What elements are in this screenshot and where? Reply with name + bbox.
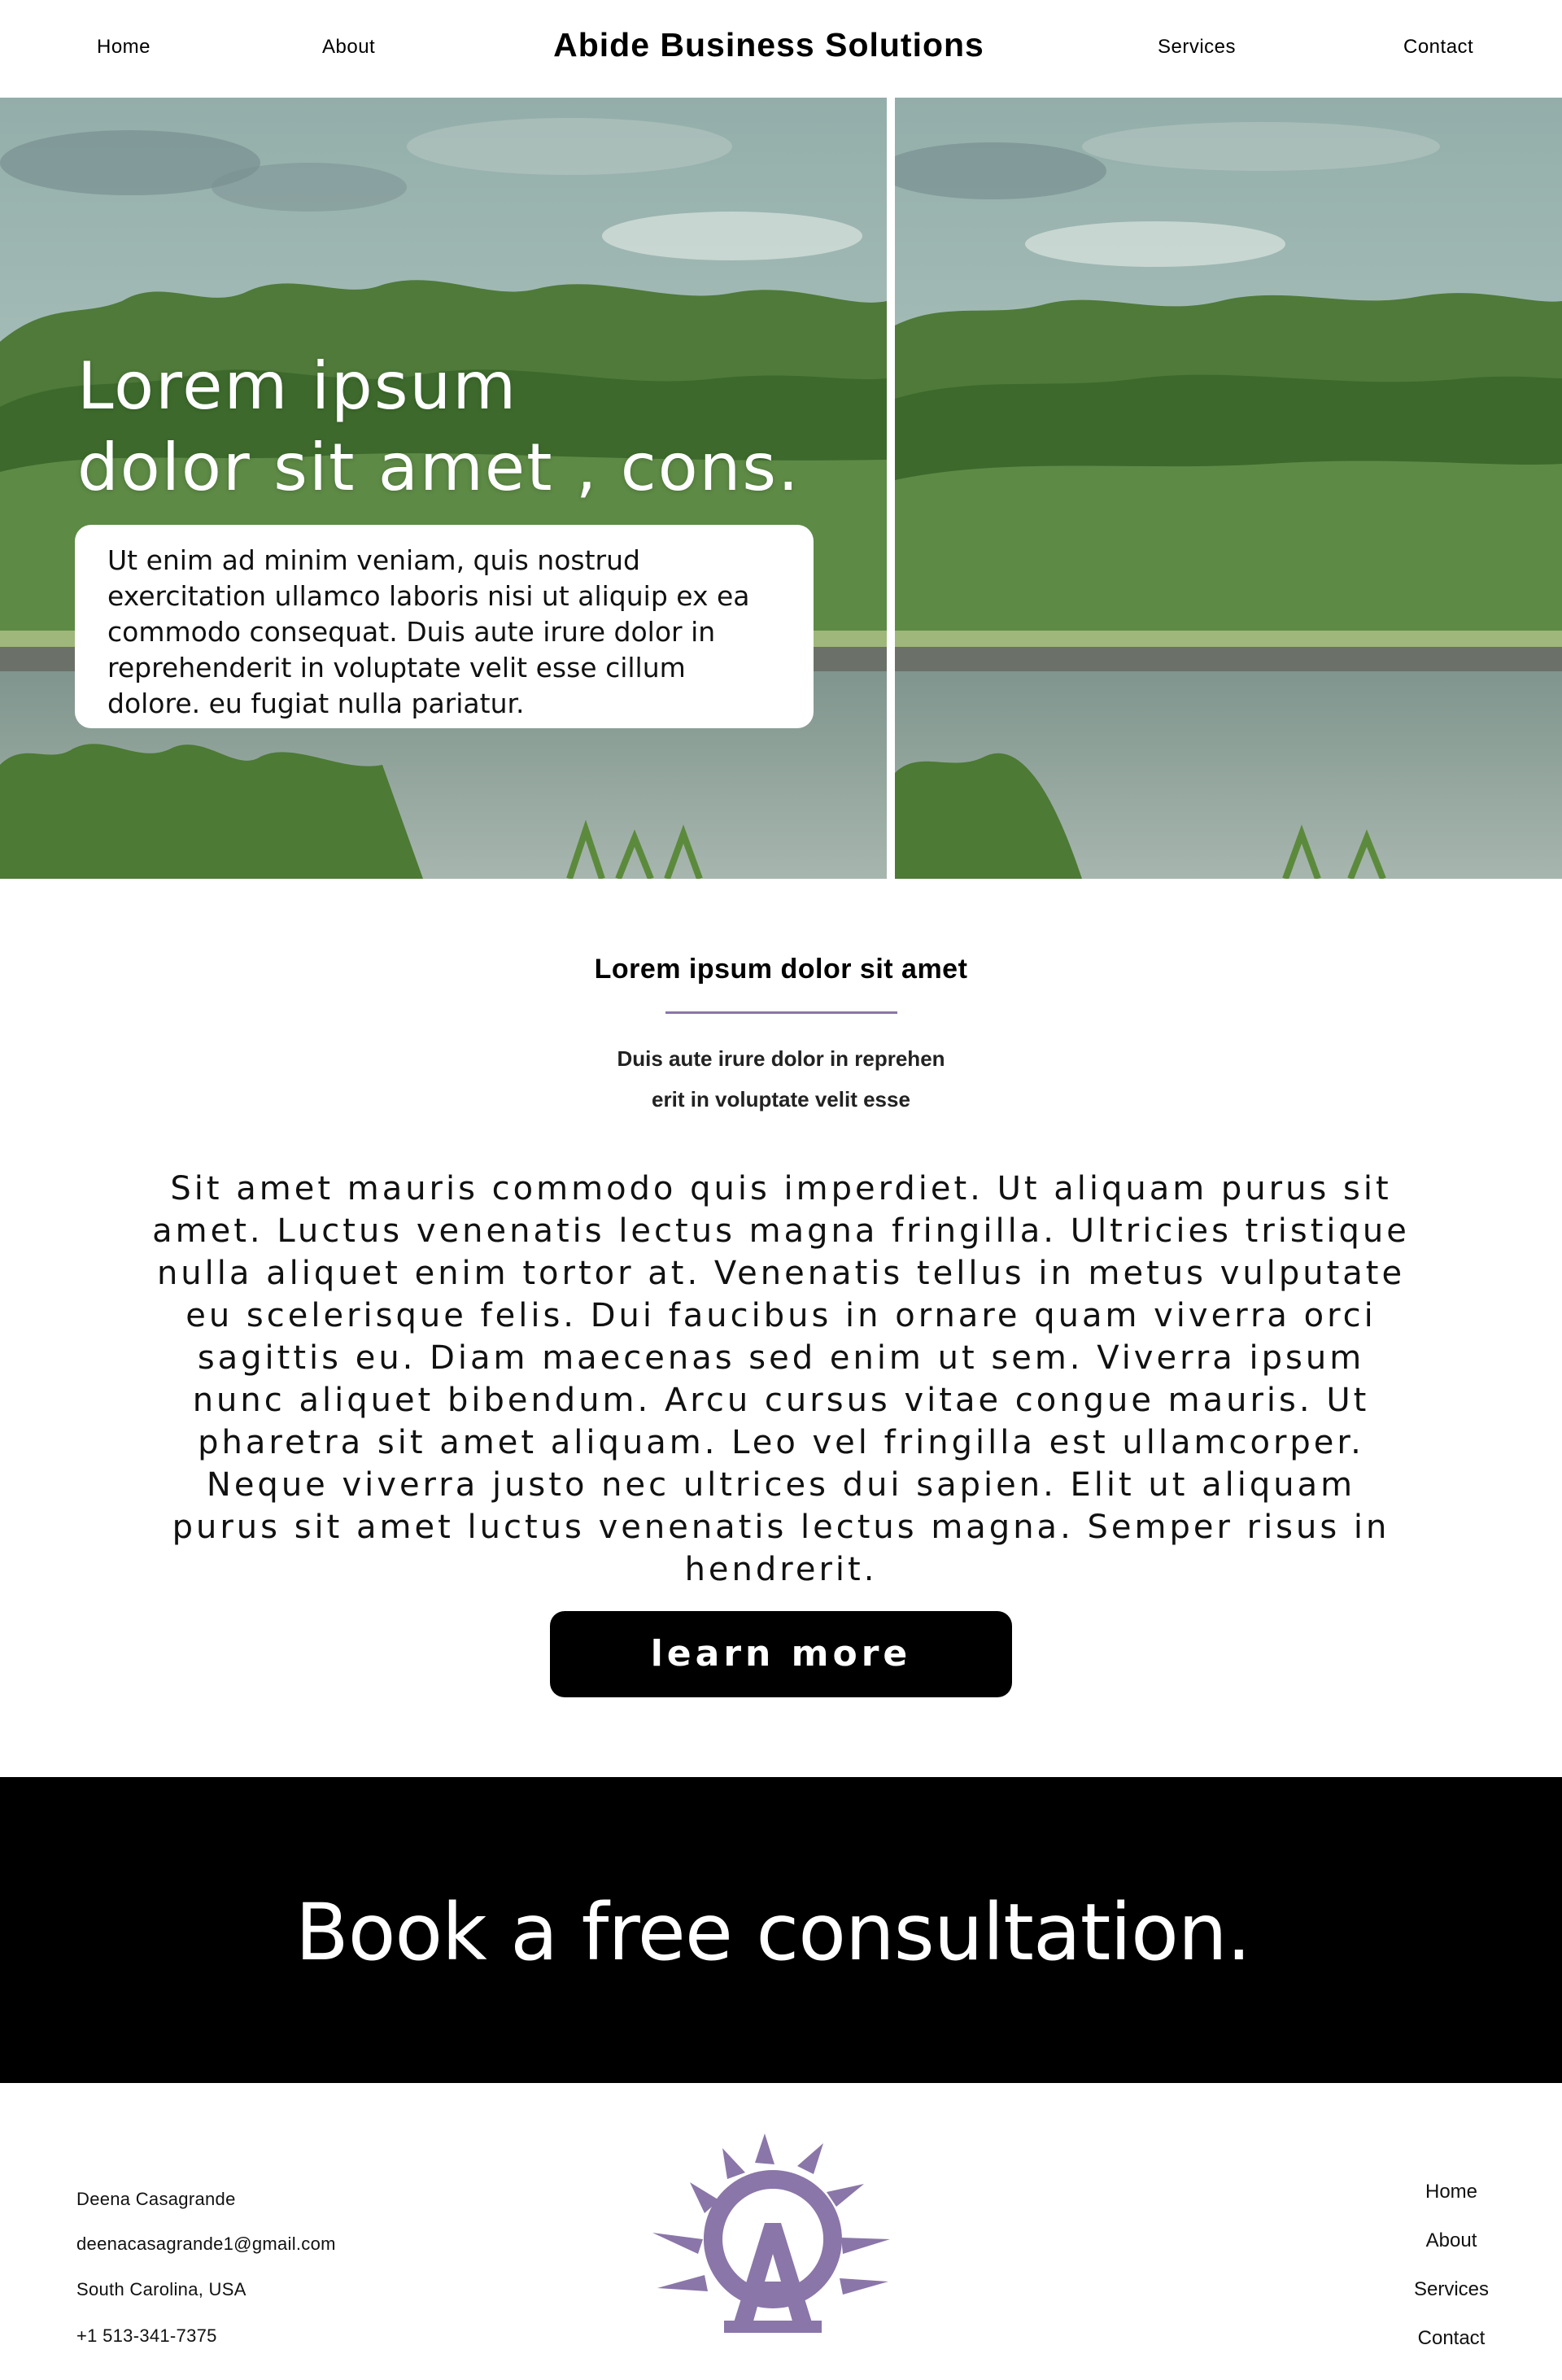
footer-nav-about[interactable]: About: [1370, 2229, 1533, 2252]
footer-phone[interactable]: +1 513-341-7375: [76, 2325, 217, 2347]
site-brand[interactable]: Abide Business Solutions: [0, 26, 1538, 64]
footer-nav-contact[interactable]: Contact: [1370, 2327, 1533, 2350]
learn-more-button[interactable]: learn more: [550, 1611, 1012, 1697]
footer-nav-services[interactable]: Services: [1370, 2278, 1533, 2301]
hero-image-left: Lorem ipsum dolor sit amet , cons. Ut en…: [0, 98, 887, 879]
nav-services-link[interactable]: Services: [1158, 36, 1236, 59]
lake-landscape-image: [895, 98, 1562, 879]
consultation-band: Book a free consultation.: [0, 1777, 1562, 2083]
consultation-cta[interactable]: Book a free consultation.: [0, 1887, 1546, 1978]
hero-title-line-1: Lorem ipsum: [77, 348, 518, 424]
sun-letter-a-logo-icon[interactable]: [651, 2125, 895, 2337]
hero-title: Lorem ipsum dolor sit amet , cons.: [77, 346, 887, 509]
body-paragraph: Sit amet mauris commodo quis imperdiet. …: [152, 1170, 1410, 1588]
subtitle-line-1: Duis aute irure dolor in reprehen: [617, 1046, 945, 1071]
section-title: Lorem ipsum dolor sit amet: [594, 954, 968, 985]
nav-contact-link[interactable]: Contact: [1403, 36, 1473, 59]
section-subtitle: Duis aute irure dolor in reprehen erit i…: [0, 1038, 1562, 1120]
footer-email[interactable]: deenacasagrande1@gmail.com: [76, 2234, 336, 2255]
footer-location: South Carolina, USA: [76, 2279, 247, 2299]
hero-text-card: Ut enim ad minim veniam, quis nostrud ex…: [75, 525, 814, 728]
hero-divider: [887, 98, 895, 879]
hero-image-right: [895, 98, 1562, 879]
hero-section: Lorem ipsum dolor sit amet , cons. Ut en…: [0, 98, 1562, 879]
footer-name: Deena Casagrande: [76, 2189, 236, 2209]
hero-title-line-2: dolor sit amet , cons.: [77, 430, 801, 505]
site-header: Home About Abide Business Solutions Serv…: [0, 0, 1562, 98]
title-divider: [665, 1011, 897, 1014]
subtitle-line-2: erit in voluptate velit esse: [652, 1087, 910, 1111]
footer-nav-home[interactable]: Home: [1370, 2181, 1533, 2203]
